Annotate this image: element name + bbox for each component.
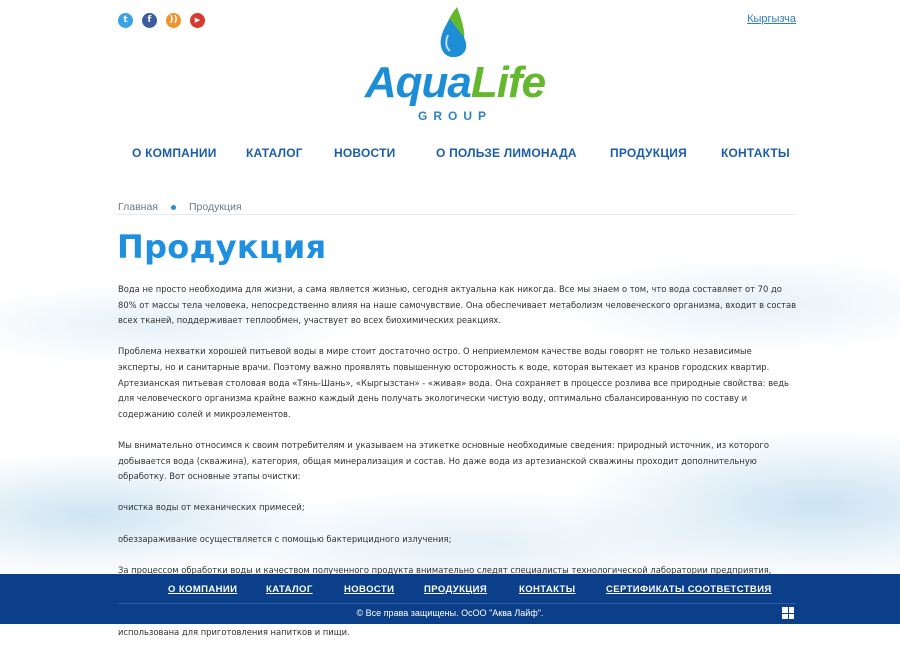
copyright-text: © Все права защищены. ОсОО "Аква Лайф". bbox=[356, 608, 544, 618]
nav-item-lemonade[interactable]: О ПОЛЬЗЕ ЛИМОНАДА bbox=[436, 146, 577, 160]
studio-logo-icon[interactable] bbox=[782, 607, 794, 619]
logo-life-text: Life bbox=[470, 58, 546, 107]
content-paragraph: Проблема нехватки хорошей питьевой воды … bbox=[118, 346, 789, 419]
breadcrumb-current: Продукция bbox=[188, 201, 242, 213]
footer-nav-certificates[interactable]: СЕРТИФИКАТЫ СООТВЕТСТВИЯ bbox=[606, 584, 772, 595]
facebook-icon[interactable]: f bbox=[142, 13, 157, 28]
breadcrumb: Главная Продукция bbox=[118, 201, 242, 213]
breadcrumb-home[interactable]: Главная bbox=[118, 201, 158, 213]
content-paragraph: Вода не просто необходима для жизни, а с… bbox=[118, 284, 797, 326]
footer-nav-products[interactable]: ПРОДУКЦИЯ bbox=[424, 584, 487, 595]
site-logo[interactable]: AquaLife GROUP bbox=[360, 5, 550, 123]
logo-group-text: GROUP bbox=[417, 109, 492, 123]
language-link[interactable]: Кыргызча bbox=[747, 13, 796, 25]
footer-nav-contacts[interactable]: КОНТАКТЫ bbox=[519, 584, 575, 595]
water-drop-logo-icon bbox=[440, 7, 467, 58]
nav-item-catalog[interactable]: КАТАЛОГ bbox=[246, 146, 303, 160]
footer-nav-catalog[interactable]: КАТАЛОГ bbox=[266, 584, 313, 595]
nav-item-contacts[interactable]: КОНТАКТЫ bbox=[721, 146, 790, 160]
footer-nav-about[interactable]: О КОМПАНИИ bbox=[168, 584, 237, 595]
youtube-icon[interactable]: ▶ bbox=[190, 13, 205, 28]
footer: О КОМПАНИИ КАТАЛОГ НОВОСТИ ПРОДУКЦИЯ КОН… bbox=[0, 574, 900, 624]
nav-item-products[interactable]: ПРОДУКЦИЯ bbox=[610, 146, 687, 160]
footer-nav: О КОМПАНИИ КАТАЛОГ НОВОСТИ ПРОДУКЦИЯ КОН… bbox=[0, 584, 900, 598]
nav-item-news[interactable]: НОВОСТИ bbox=[334, 146, 395, 160]
logo-wordmark: AquaLife bbox=[360, 61, 550, 105]
breadcrumb-divider bbox=[118, 214, 796, 215]
footer-nav-news[interactable]: НОВОСТИ bbox=[344, 584, 394, 595]
logo-aqua-text: Aqua bbox=[364, 58, 472, 107]
social-links: t f )) ▶ bbox=[118, 13, 205, 28]
rss-icon[interactable]: )) bbox=[166, 13, 181, 28]
nav-item-about[interactable]: О КОМПАНИИ bbox=[132, 146, 217, 160]
page-title: Продукция bbox=[117, 228, 327, 266]
main-nav: О КОМПАНИИ КАТАЛОГ НОВОСТИ О ПОЛЬЗЕ ЛИМО… bbox=[0, 146, 900, 162]
content-paragraph: Мы внимательно относимся к своим потреби… bbox=[118, 439, 769, 482]
content-paragraph: обеззараживание осуществляется с помощью… bbox=[118, 533, 452, 544]
twitter-icon[interactable]: t bbox=[118, 13, 133, 28]
content-paragraph: очистка воды от механических примесей; bbox=[118, 502, 305, 513]
footer-divider bbox=[118, 603, 796, 604]
breadcrumb-separator-icon bbox=[170, 204, 176, 210]
